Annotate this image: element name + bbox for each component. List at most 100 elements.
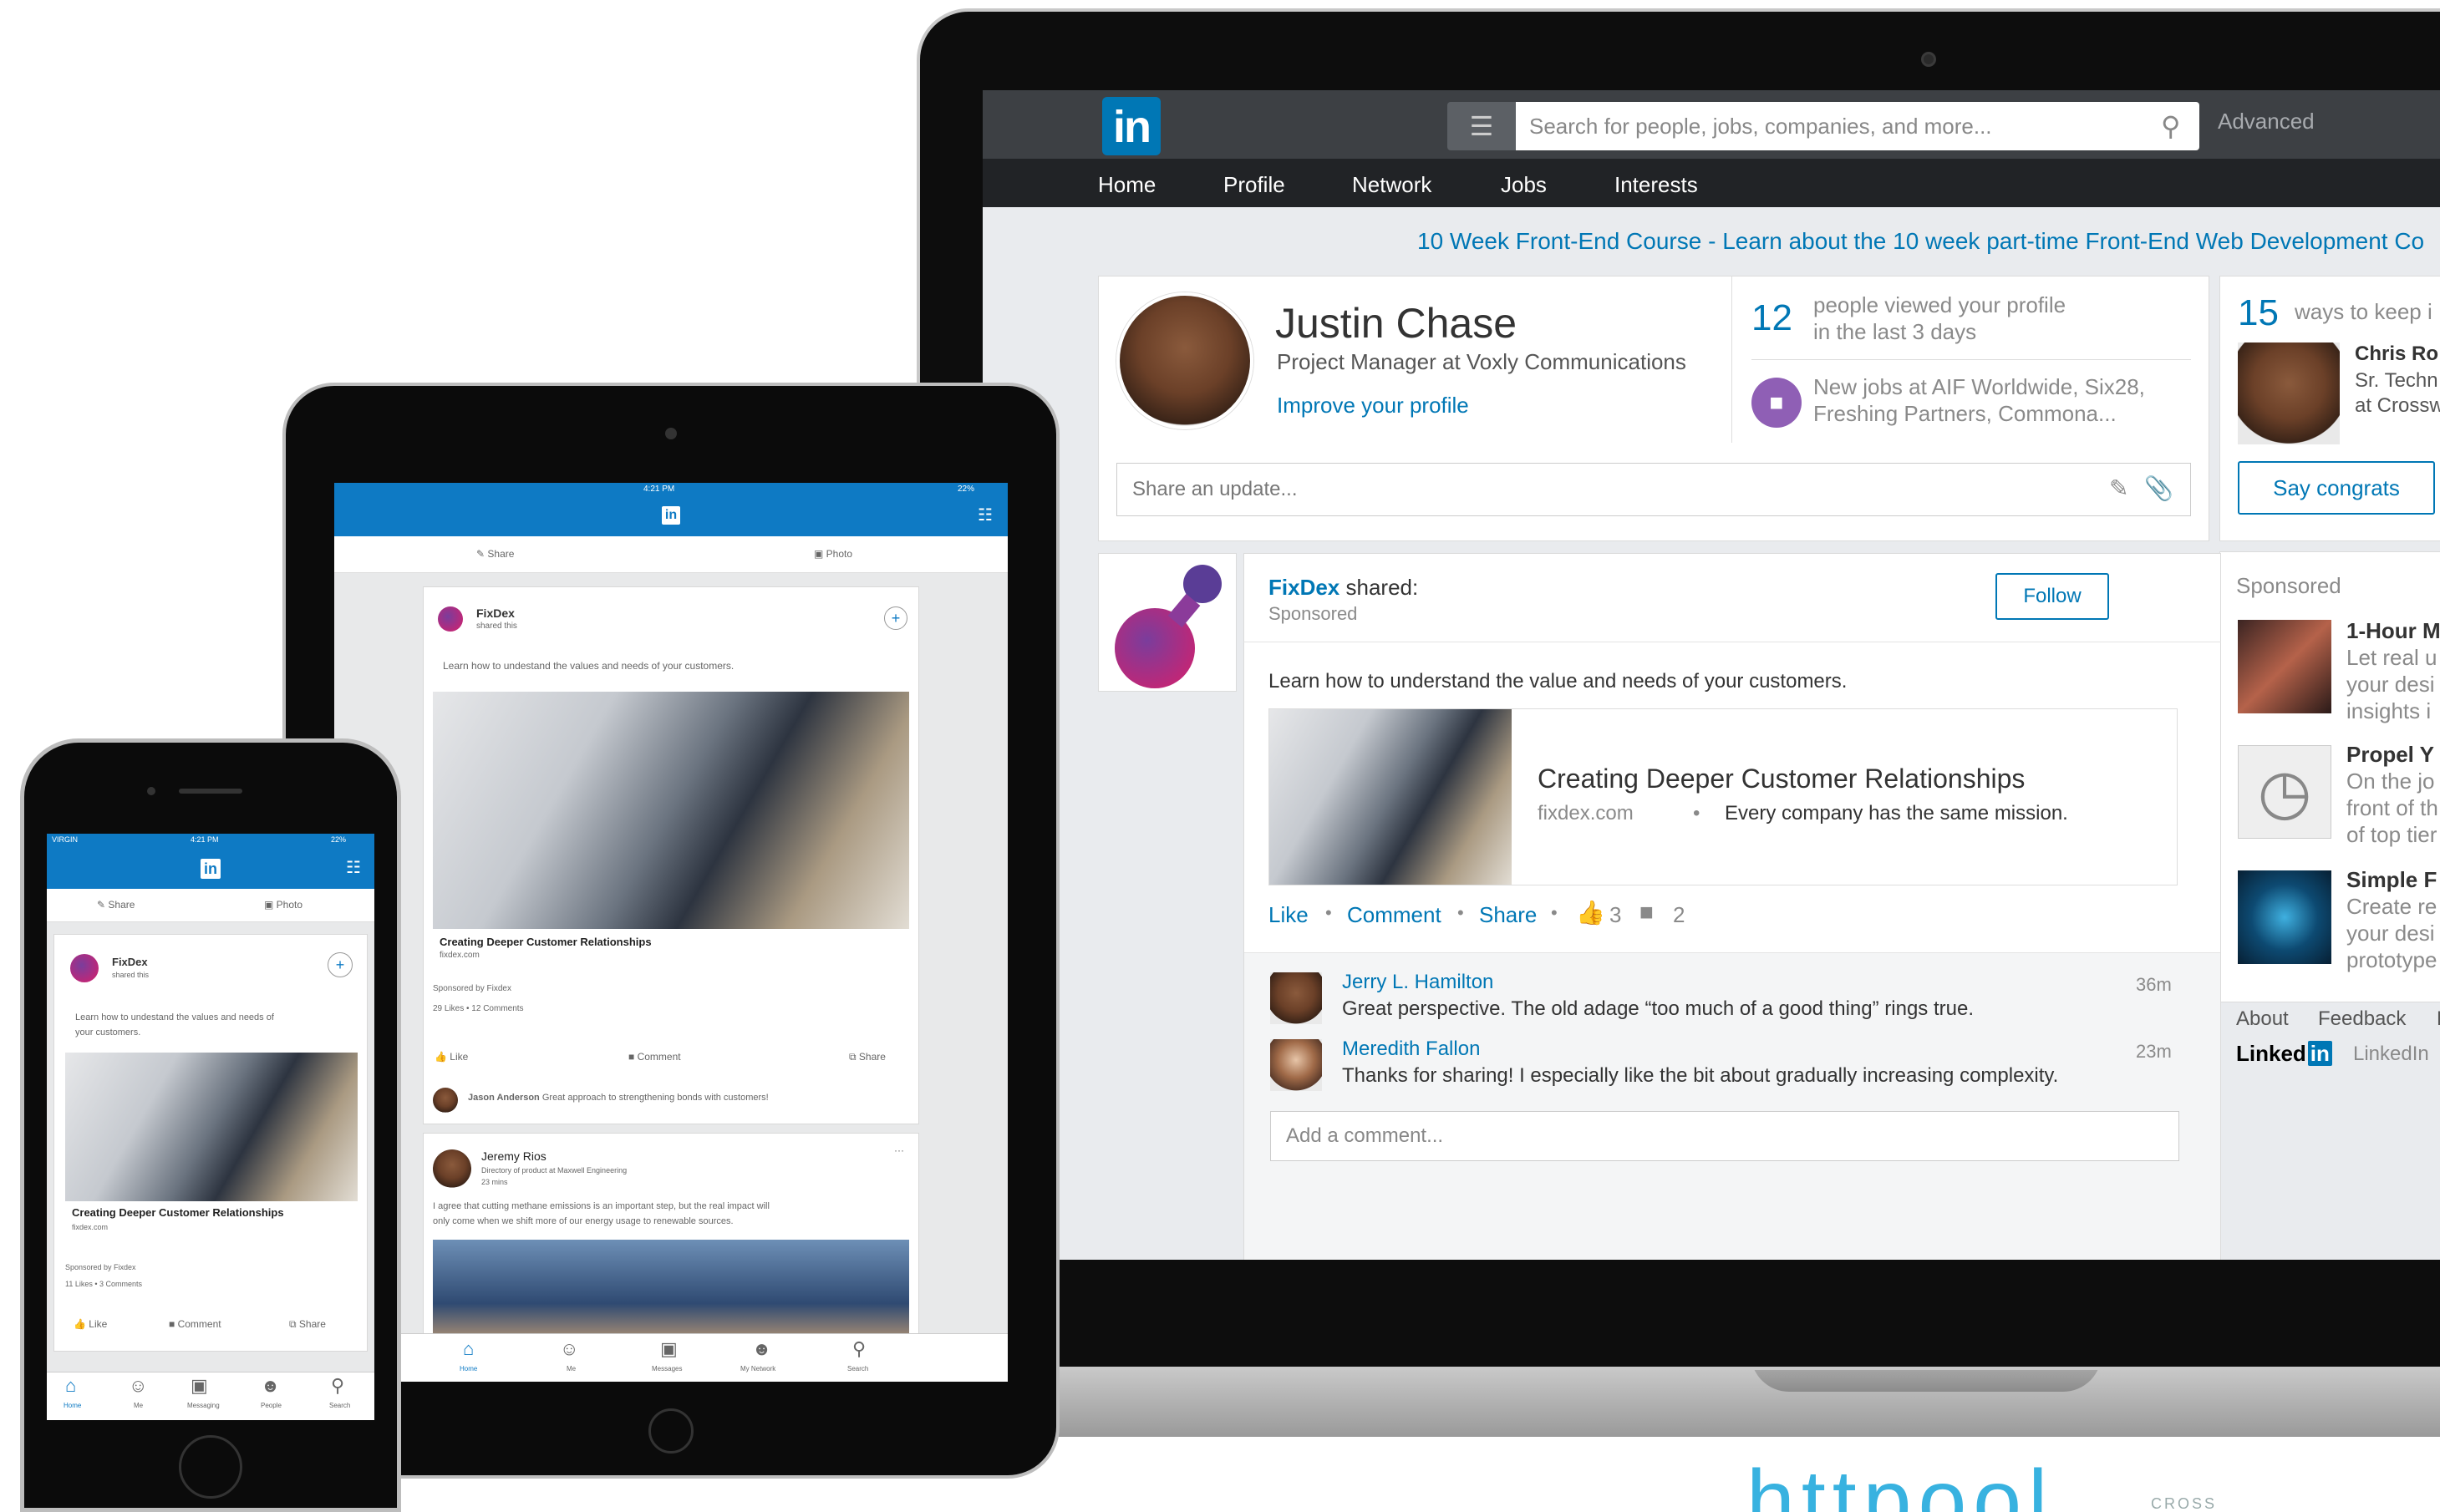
- connection-avatar[interactable]: [2238, 342, 2340, 444]
- share-action[interactable]: ⧉ Share: [289, 1318, 326, 1331]
- photo-action[interactable]: ▣ Photo: [814, 548, 852, 560]
- commenter-avatar[interactable]: [1270, 1039, 1322, 1091]
- commenter-name[interactable]: Jason Anderson: [468, 1093, 540, 1103]
- linkedin-logo-icon[interactable]: in: [662, 506, 680, 525]
- improve-profile-link[interactable]: Improve your profile: [1277, 393, 1469, 419]
- share-action[interactable]: ✎ Share: [476, 548, 514, 560]
- like-action[interactable]: 👍 Like: [74, 1318, 107, 1330]
- phone-home-button[interactable]: [179, 1435, 242, 1499]
- commenter-name[interactable]: Meredith Fallon: [1342, 1038, 1480, 1061]
- tab-messages-label[interactable]: Messages: [652, 1365, 682, 1372]
- tab-me-label[interactable]: Me: [134, 1402, 143, 1409]
- commenter-avatar[interactable]: [433, 1088, 458, 1113]
- new-jobs-line-2[interactable]: Freshing Partners, Commona...: [1813, 401, 2117, 427]
- ad-thumbnail[interactable]: [2238, 620, 2331, 713]
- apps-grid-icon[interactable]: ☷: [346, 857, 361, 878]
- footer-feedback-link[interactable]: Feedback: [2318, 1007, 2406, 1031]
- tab-messaging-label[interactable]: Messaging: [187, 1402, 220, 1409]
- post-company-link[interactable]: FixDex: [1268, 575, 1339, 600]
- post-company[interactable]: FixDex: [476, 606, 515, 620]
- follow-plus-icon[interactable]: +: [884, 606, 907, 630]
- article-image[interactable]: [65, 1053, 358, 1201]
- article-title[interactable]: Creating Deeper Customer Relationships: [1538, 764, 2025, 794]
- add-comment-input[interactable]: Add a comment...: [1270, 1111, 2179, 1161]
- commenter-name[interactable]: Jerry L. Hamilton: [1342, 971, 1493, 994]
- me-icon[interactable]: ☺: [560, 1338, 578, 1360]
- comments-count[interactable]: 2: [1673, 902, 1685, 928]
- home-icon[interactable]: ⌂: [463, 1338, 474, 1360]
- more-options-icon[interactable]: ···: [894, 1144, 904, 1156]
- apps-grid-icon[interactable]: ☷: [978, 505, 993, 525]
- advanced-search-link[interactable]: Advanced: [2218, 109, 2315, 134]
- ad-title[interactable]: Propel Y: [2346, 742, 2434, 768]
- article-title[interactable]: Creating Deeper Customer Relationships: [72, 1206, 284, 1219]
- ad-title[interactable]: Simple F: [2346, 867, 2437, 893]
- nav-interests[interactable]: Interests: [1614, 172, 1698, 198]
- pencil-icon[interactable]: ✎: [2109, 474, 2128, 502]
- likes-count[interactable]: 3: [1609, 902, 1621, 928]
- photo-action[interactable]: ▣ Photo: [264, 899, 302, 911]
- say-congrats-button[interactable]: Say congrats: [2238, 461, 2435, 515]
- new-jobs-line-1[interactable]: New jobs at AIF Worldwide, Six28,: [1813, 374, 2145, 400]
- footer-about-link[interactable]: About: [2236, 1007, 2289, 1031]
- network-graph-thumbnail[interactable]: [2238, 870, 2331, 964]
- search-icon[interactable]: ⚲: [2161, 110, 2193, 142]
- tab-my-network-label[interactable]: My Network: [740, 1365, 775, 1372]
- like-action[interactable]: 👍 Like: [435, 1051, 468, 1063]
- nav-home[interactable]: Home: [1098, 172, 1156, 198]
- like-link[interactable]: Like: [1268, 902, 1309, 928]
- clock-icon[interactable]: ◷: [2238, 745, 2331, 839]
- messages-icon[interactable]: ▣: [660, 1338, 678, 1360]
- share-action[interactable]: ✎ Share: [97, 899, 135, 911]
- tab-search-label[interactable]: Search: [847, 1365, 868, 1372]
- home-icon[interactable]: ⌂: [65, 1375, 76, 1397]
- author-name[interactable]: Jeremy Rios: [481, 1149, 546, 1163]
- ways-count[interactable]: 15: [2238, 292, 2279, 334]
- tab-search-label[interactable]: Search: [329, 1402, 350, 1409]
- author-avatar[interactable]: [433, 1149, 471, 1188]
- share-update-input[interactable]: Share an update...: [1116, 463, 2191, 516]
- share-action[interactable]: ⧉ Share: [849, 1051, 886, 1063]
- tablet-home-button[interactable]: [648, 1408, 694, 1454]
- messaging-icon[interactable]: ▣: [191, 1375, 208, 1397]
- search-icon[interactable]: ⚲: [852, 1338, 866, 1360]
- fixdex-logo-icon[interactable]: [438, 606, 463, 632]
- follow-button[interactable]: Follow: [1995, 573, 2109, 620]
- comment-action[interactable]: ■ Comment: [628, 1051, 681, 1063]
- share-link[interactable]: Share: [1479, 902, 1537, 928]
- search-icon[interactable]: ⚲: [331, 1375, 344, 1397]
- commenter-avatar[interactable]: [1270, 972, 1322, 1024]
- profile-avatar[interactable]: [1116, 292, 1253, 429]
- sponsored-banner-link[interactable]: 10 Week Front-End Course - Learn about t…: [1417, 228, 2424, 255]
- post-company[interactable]: FixDex: [112, 956, 148, 968]
- follow-plus-icon[interactable]: +: [328, 952, 353, 977]
- tab-home-label[interactable]: Home: [64, 1402, 81, 1409]
- fixdex-logo-icon[interactable]: [70, 954, 99, 982]
- tab-me-label[interactable]: Me: [567, 1365, 576, 1372]
- people-icon[interactable]: ☻: [261, 1375, 280, 1397]
- article-image[interactable]: [1269, 709, 1512, 885]
- my-network-icon[interactable]: ☻: [752, 1338, 771, 1360]
- profile-name[interactable]: Justin Chase: [1275, 299, 1517, 348]
- menu-icon[interactable]: ☰: [1447, 102, 1516, 150]
- linkedin-logo-icon[interactable]: in: [1102, 97, 1161, 155]
- me-icon[interactable]: ☺: [129, 1375, 147, 1397]
- post-stats[interactable]: 29 Likes • 12 Comments: [433, 1004, 524, 1013]
- paperclip-icon[interactable]: 📎: [2144, 474, 2173, 502]
- connection-name[interactable]: Chris Ro: [2355, 342, 2438, 366]
- ad-title[interactable]: 1-Hour M: [2346, 618, 2440, 644]
- article-image[interactable]: [433, 692, 909, 929]
- footer-link[interactable]: F: [2437, 1007, 2440, 1031]
- article-title[interactable]: Creating Deeper Customer Relationships: [440, 936, 652, 948]
- tab-people-label[interactable]: People: [261, 1402, 282, 1409]
- profile-views-count[interactable]: 12: [1751, 297, 1792, 339]
- comment-action[interactable]: ■ Comment: [169, 1318, 221, 1330]
- comment-link[interactable]: Comment: [1347, 902, 1441, 928]
- search-input[interactable]: Search for people, jobs, companies, and …: [1516, 102, 2199, 150]
- nav-jobs[interactable]: Jobs: [1501, 172, 1547, 198]
- linkedin-logo-icon[interactable]: in: [201, 859, 221, 879]
- tab-home-label[interactable]: Home: [460, 1365, 477, 1372]
- nav-network[interactable]: Network: [1352, 172, 1431, 198]
- post-stats[interactable]: 11 Likes • 3 Comments: [65, 1280, 142, 1288]
- nav-profile[interactable]: Profile: [1223, 172, 1285, 198]
